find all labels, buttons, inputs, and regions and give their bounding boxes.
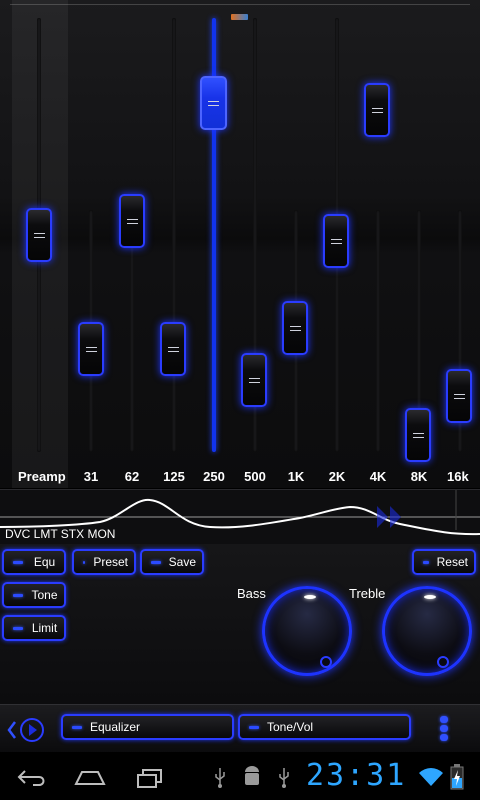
save-label: Save: [168, 555, 196, 569]
android-debug-icon: [245, 766, 259, 785]
band-label-16k: 16k: [447, 469, 469, 484]
band-250-slider[interactable]: [200, 76, 227, 130]
save-button[interactable]: Save: [140, 549, 204, 575]
back-nav-icon[interactable]: [6, 716, 44, 744]
status-flags: DVC LMT STX MON: [5, 527, 116, 541]
indicator-icon: [72, 725, 82, 729]
bass-knob[interactable]: [262, 586, 352, 676]
band-1k-slider[interactable]: [282, 301, 308, 355]
back-icon[interactable]: [17, 768, 47, 788]
battery-charging-icon: [450, 764, 464, 790]
indicator-icon: [249, 725, 259, 729]
reset-button[interactable]: Reset: [412, 549, 476, 575]
band-8k-slider[interactable]: [405, 408, 431, 462]
band-label-500: 500: [244, 469, 266, 484]
band-4k-slider[interactable]: [364, 83, 390, 137]
knob-position-dot: [320, 656, 332, 668]
indicator-icon: [13, 593, 23, 597]
limit-label: Limit: [31, 621, 58, 635]
band-label-4k: 4K: [369, 469, 387, 484]
band-31-slider[interactable]: [78, 322, 104, 376]
usb-icon: [279, 768, 289, 788]
tone-label: Tone: [31, 588, 58, 602]
preamp-slider[interactable]: [26, 208, 52, 262]
treble-label: Treble: [349, 586, 386, 601]
band-label-250: 250: [203, 469, 225, 484]
bass-label: Bass: [237, 586, 266, 601]
wifi-icon: [419, 768, 443, 786]
preset-button[interactable]: Preset: [72, 549, 136, 575]
band-label-preamp: Preamp: [18, 469, 66, 484]
band-500-slider[interactable]: [241, 353, 267, 407]
band-125-slider[interactable]: [160, 322, 186, 376]
preset-label: Preset: [93, 555, 128, 569]
band-4k-track: [376, 210, 380, 452]
equalizer-panel: Preamp 31 62 125 250 500 1K 2K 4K 8K 16k: [0, 0, 480, 488]
indicator-icon: [423, 560, 429, 564]
overflow-menu-icon[interactable]: [440, 716, 450, 744]
band-label-125: 125: [163, 469, 185, 484]
equ-button[interactable]: Equ: [2, 549, 66, 575]
band-label-2k: 2K: [328, 469, 346, 484]
top-divider: [10, 4, 470, 5]
tab-equalizer-label: Equalizer: [90, 720, 141, 734]
equ-label: Equ: [33, 555, 56, 569]
tab-equalizer[interactable]: Equalizer: [61, 714, 234, 740]
band-62-slider[interactable]: [119, 194, 145, 248]
treble-knob[interactable]: [382, 586, 472, 676]
limit-button[interactable]: Limit: [2, 615, 66, 641]
tab-tone-vol-label: Tone/Vol: [267, 720, 314, 734]
band-16k-slider[interactable]: [446, 369, 472, 423]
response-curve-panel: DVC LMT STX MON: [0, 489, 480, 546]
band-label-1k: 1K: [287, 469, 305, 484]
indicator-icon: [83, 560, 86, 564]
band-label-62: 62: [124, 469, 140, 484]
audio-indicator-icon: [231, 14, 248, 20]
usb-icon: [215, 768, 225, 788]
tab-tone-vol[interactable]: Tone/Vol: [238, 714, 411, 740]
tone-button[interactable]: Tone: [2, 582, 66, 608]
band-2k-slider[interactable]: [323, 214, 349, 268]
system-nav-bar: [0, 752, 480, 800]
indicator-icon: [13, 626, 23, 630]
band-125-track: [172, 18, 176, 452]
reset-label: Reset: [436, 555, 468, 569]
band-label-8k: 8K: [410, 469, 428, 484]
band-label-31: 31: [83, 469, 99, 484]
status-clock: 23:31: [306, 758, 407, 793]
home-icon[interactable]: [74, 768, 106, 788]
recent-apps-icon[interactable]: [136, 767, 164, 789]
indicator-icon: [151, 560, 161, 564]
indicator-icon: [13, 560, 23, 564]
knob-position-dot: [437, 656, 449, 668]
